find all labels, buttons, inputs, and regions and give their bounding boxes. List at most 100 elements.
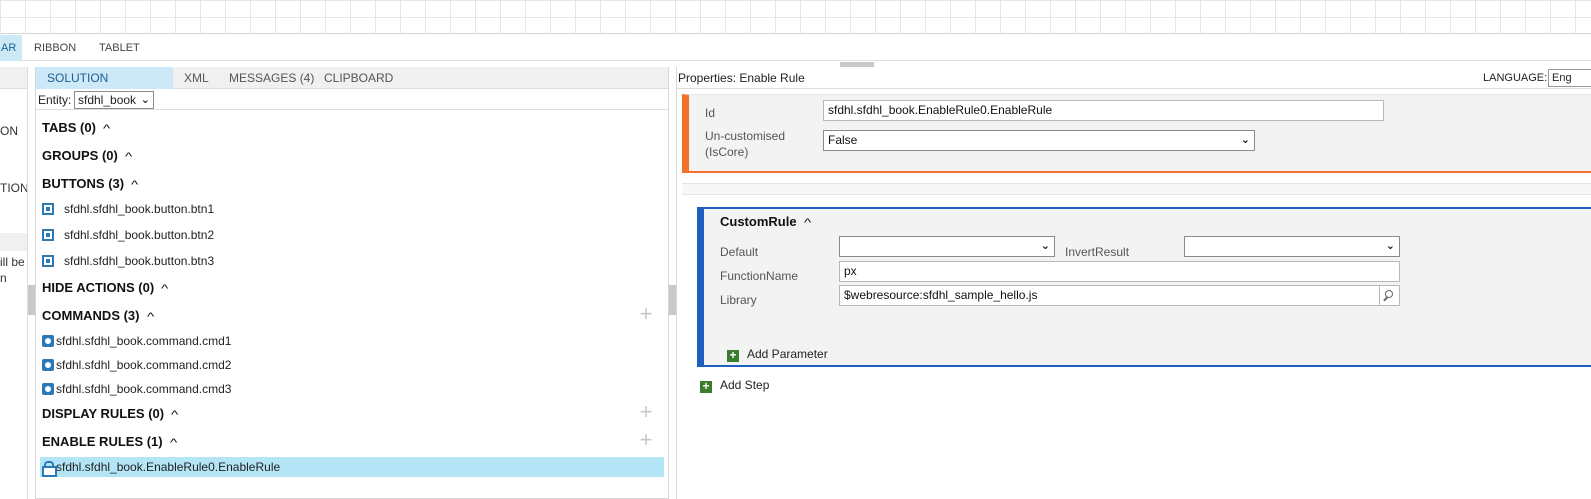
section-label: COMMANDS (3) xyxy=(42,308,140,323)
left-sidebar-header xyxy=(0,67,27,89)
add-step-button[interactable]: + Add Step xyxy=(700,378,769,393)
library-value: $webresource:sfdhl_sample_hello.js xyxy=(844,288,1038,302)
button-icon xyxy=(42,255,54,267)
ribbon-preview-canvas xyxy=(0,0,1591,34)
uncustomised-label: Un-customised xyxy=(705,129,786,143)
entity-select-value: sfdhl_book xyxy=(78,93,137,107)
collapse-icon[interactable]: ^ xyxy=(161,283,168,295)
add-icon: + xyxy=(727,349,739,362)
sidebar-fragment: ill be xyxy=(0,255,25,269)
button-item[interactable]: sfdhl.sfdhl_book.button.btn2 xyxy=(42,225,214,245)
section-display-rules[interactable]: DISPLAY RULES (0) ^ xyxy=(42,406,178,421)
default-select[interactable]: ⌄ xyxy=(839,236,1055,257)
add-enable-rule-icon[interactable]: + xyxy=(636,429,656,451)
section-tabs[interactable]: TABS (0) ^ xyxy=(42,120,110,135)
collapse-icon[interactable]: ^ xyxy=(146,311,153,323)
command-item[interactable]: sfdhl.sfdhl_book.command.cmd3 xyxy=(42,379,231,399)
button-item[interactable]: sfdhl.sfdhl_book.button.btn1 xyxy=(42,199,214,219)
command-icon xyxy=(42,335,54,347)
command-item[interactable]: sfdhl.sfdhl_book.command.cmd1 xyxy=(42,331,231,351)
id-value: sfdhl.sfdhl_book.EnableRule0.EnableRule xyxy=(828,103,1053,117)
properties-title: Properties: Enable Rule xyxy=(678,71,805,85)
collapse-icon[interactable]: ^ xyxy=(103,123,110,135)
add-icon: + xyxy=(700,380,712,393)
button-icon xyxy=(42,229,54,241)
sidebar-fragment: ON xyxy=(0,124,18,138)
add-step-label: Add Step xyxy=(720,378,770,392)
command-item-label: sfdhl.sfdhl_book.command.cmd2 xyxy=(56,358,232,372)
button-item-label: sfdhl.sfdhl_book.button.btn3 xyxy=(64,254,215,268)
library-field[interactable]: $webresource:sfdhl_sample_hello.js xyxy=(839,285,1380,306)
default-label: Default xyxy=(720,245,759,259)
language-label: LANGUAGE: xyxy=(1483,72,1548,84)
section-groups[interactable]: GROUPS (0) ^ xyxy=(42,148,132,163)
tab-messages[interactable]: MESSAGES (4) xyxy=(229,67,314,89)
tab-solution-elements[interactable]: SOLUTION ELEMENTS xyxy=(36,67,173,107)
iscore-label: (IsCore) xyxy=(705,145,749,159)
command-icon xyxy=(42,383,54,395)
solution-tabs: SOLUTION ELEMENTS XML MESSAGES (4) CLIPB… xyxy=(36,67,668,107)
chevron-down-icon: ⌄ xyxy=(1040,240,1050,252)
language-select[interactable]: Eng xyxy=(1548,69,1591,87)
tab-command-bar[interactable]: AR xyxy=(0,35,22,61)
section-label: DISPLAY RULES (0) xyxy=(42,406,165,421)
entity-select[interactable]: sfdhl_book ⌄ xyxy=(74,91,154,109)
invert-result-select[interactable]: ⌄ xyxy=(1184,236,1400,257)
enable-rule-item[interactable]: sfdhl.sfdhl_book.EnableRule0.EnableRule xyxy=(40,457,664,477)
collapse-icon[interactable]: ^ xyxy=(131,179,138,191)
rule-properties-box: Id sfdhl.sfdhl_book.EnableRule0.EnableRu… xyxy=(682,94,1591,173)
button-icon xyxy=(42,203,54,215)
section-buttons[interactable]: BUTTONS (3) ^ xyxy=(42,176,138,191)
button-item-label: sfdhl.sfdhl_book.button.btn1 xyxy=(64,202,215,216)
section-label: BUTTONS (3) xyxy=(42,176,125,191)
collapse-icon[interactable]: ^ xyxy=(171,409,178,421)
add-parameter-label: Add Parameter xyxy=(747,347,828,361)
section-enable-rules[interactable]: ENABLE RULES (1) ^ xyxy=(42,434,177,449)
function-name-field[interactable]: px xyxy=(839,261,1400,282)
button-item[interactable]: sfdhl.sfdhl_book.button.btn3 xyxy=(42,251,214,271)
function-name-value: px xyxy=(844,264,857,278)
tab-xml[interactable]: XML xyxy=(184,67,209,89)
command-item-label: sfdhl.sfdhl_book.command.cmd1 xyxy=(56,334,232,348)
properties-header: Properties: Enable Rule LANGUAGE: Eng xyxy=(677,67,1591,89)
custom-rule-title: CustomRule xyxy=(720,214,797,229)
tab-clipboard[interactable]: CLIPBOARD xyxy=(324,67,393,89)
section-label: HIDE ACTIONS (0) xyxy=(42,280,155,295)
section-commands[interactable]: COMMANDS (3) ^ xyxy=(42,308,154,323)
collapse-icon[interactable]: ^ xyxy=(170,437,177,449)
add-display-rule-icon[interactable]: + xyxy=(636,401,656,423)
uncustomised-value: False xyxy=(828,133,858,147)
section-label: GROUPS (0) xyxy=(42,148,118,163)
custom-rule-box: CustomRule ^ Default ⌄ InvertResult ⌄ Fun… xyxy=(697,207,1591,367)
library-search-button[interactable] xyxy=(1380,285,1400,306)
id-field[interactable]: sfdhl.sfdhl_book.EnableRule0.EnableRule xyxy=(823,100,1384,121)
add-parameter-button[interactable]: + Add Parameter xyxy=(727,347,828,362)
enable-rule-label: sfdhl.sfdhl_book.EnableRule0.EnableRule xyxy=(56,460,281,474)
tab-ribbon[interactable]: RIBBON xyxy=(34,35,76,61)
tab-tablet[interactable]: TABLET xyxy=(99,35,140,61)
sidebar-fragment: n xyxy=(0,271,7,285)
function-name-label: FunctionName xyxy=(720,269,799,283)
command-item-label: sfdhl.sfdhl_book.command.cmd3 xyxy=(56,382,232,396)
collapse-icon[interactable]: ^ xyxy=(804,217,811,229)
custom-rule-header[interactable]: CustomRule ^ xyxy=(720,214,811,229)
uncustomised-select[interactable]: False ⌄ xyxy=(823,130,1255,151)
entity-row: Entity: sfdhl_book ⌄ xyxy=(36,90,668,110)
section-label: TABS (0) xyxy=(42,120,96,135)
add-command-icon[interactable]: + xyxy=(636,303,656,325)
library-label: Library xyxy=(720,293,757,307)
language-value: Eng xyxy=(1552,72,1572,84)
collapse-icon[interactable]: ^ xyxy=(125,151,132,163)
chevron-down-icon: ⌄ xyxy=(1240,134,1250,146)
section-label: ENABLE RULES (1) xyxy=(42,434,163,449)
properties-panel: Properties: Enable Rule LANGUAGE: Eng Id… xyxy=(676,67,1591,499)
sidebar-fragment: TION xyxy=(0,181,28,195)
command-item[interactable]: sfdhl.sfdhl_book.command.cmd2 xyxy=(42,355,231,375)
section-hide-actions[interactable]: HIDE ACTIONS (0) ^ xyxy=(42,280,168,295)
chevron-down-icon: ⌄ xyxy=(1385,240,1395,252)
section-divider xyxy=(682,183,1591,195)
sidebar-selected-band xyxy=(0,233,27,251)
chevron-down-icon: ⌄ xyxy=(140,94,150,106)
search-icon-handle xyxy=(1383,296,1388,302)
mode-tabs: AR RIBBON TABLET xyxy=(0,35,1591,61)
